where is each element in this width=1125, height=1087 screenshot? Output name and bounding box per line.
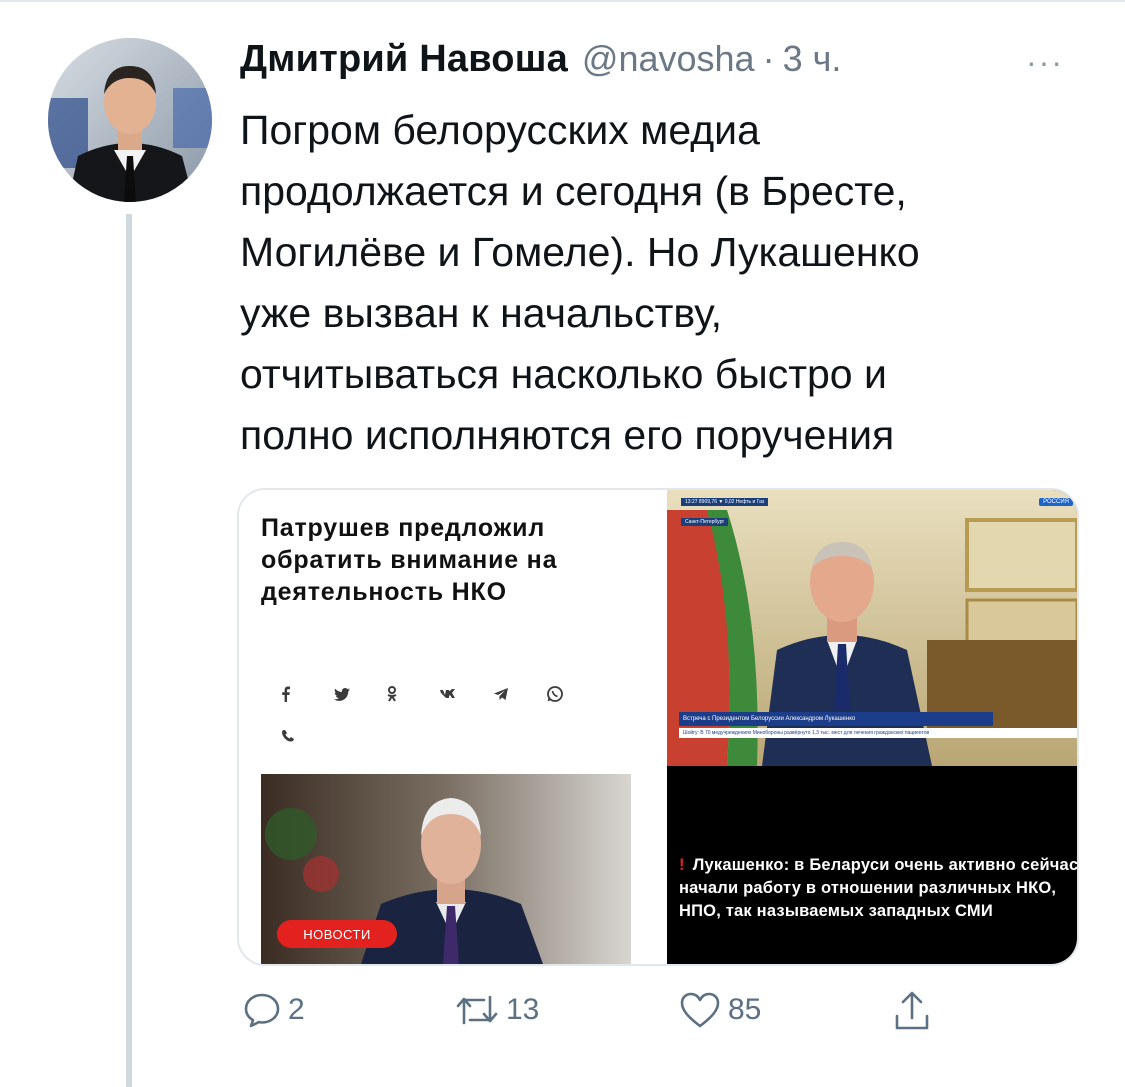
- avatar[interactable]: [48, 38, 212, 202]
- tweet-text: Погром белорусских медиа продолжается и …: [240, 107, 920, 458]
- retweet-button[interactable]: 13: [454, 990, 539, 1030]
- vk-icon: [440, 684, 493, 704]
- separator-dot: ·: [762, 38, 775, 79]
- telegram-icon: [493, 684, 546, 704]
- patrushev-photo: НОВОСТИ: [261, 774, 631, 964]
- top-divider: [0, 0, 1125, 2]
- retweet-count: 13: [506, 993, 540, 1026]
- like-button[interactable]: 85: [678, 990, 761, 1030]
- facebook-icon: [281, 684, 334, 704]
- news-badge: НОВОСТИ: [277, 920, 397, 948]
- article-headline: Патрушев предложил обратить внимание на …: [261, 514, 558, 606]
- quote-text: ! Лукашенко: в Беларуси очень активно сей…: [679, 854, 1079, 923]
- avatar-photo: [48, 38, 212, 202]
- tv-news-crawl: Шойгу: В 70 медучреждениях Минобороны ра…: [679, 728, 1077, 738]
- viber-icon: [281, 726, 334, 746]
- share-icons-row-2: [281, 726, 334, 746]
- share-icon: [895, 991, 929, 1030]
- tv-city-label: Санкт-Петербург: [681, 518, 729, 526]
- twitter-icon: [334, 684, 387, 704]
- share-icons-row: [281, 684, 599, 704]
- tweet-timestamp[interactable]: 3 ч.: [783, 38, 842, 80]
- author-name[interactable]: Дмитрий Навоша: [240, 38, 568, 81]
- tv-ticker: 13:27 8909,76 ▼ 0,02 Нефть и Газ: [681, 498, 769, 506]
- whatsapp-icon: [546, 684, 599, 704]
- odnoklassniki-icon: [387, 684, 440, 704]
- tv-channel-logo: РОССИЯ: [1039, 498, 1073, 506]
- author-handle[interactable]: @navosha: [582, 38, 755, 80]
- thread-connector-line: [126, 214, 132, 1087]
- like-count: 85: [728, 993, 762, 1026]
- reply-icon: [244, 993, 280, 1028]
- media-image-left[interactable]: Патрушев предложил обратить внимание на …: [239, 490, 663, 964]
- tweet-actions: 2 13 85: [240, 990, 960, 1040]
- retweet-icon: [456, 995, 498, 1025]
- media-attachment[interactable]: Патрушев предложил обратить внимание на …: [237, 488, 1079, 966]
- media-image-right[interactable]: 13:27 8909,76 ▼ 0,02 Нефть и Газ Санкт-П…: [667, 490, 1077, 964]
- heart-icon: [680, 992, 720, 1028]
- reply-count: 2: [288, 993, 305, 1026]
- alert-mark: !: [679, 856, 685, 874]
- tv-caption: Встреча с Президентом Белоруссии Алексан…: [679, 712, 993, 726]
- tweet-header: Дмитрий Навоша @navosha · 3 ч.: [240, 38, 841, 88]
- quote-body: Лукашенко: в Беларуси очень активно сейч…: [679, 856, 1079, 920]
- tv-screenshot: 13:27 8909,76 ▼ 0,02 Нефть и Газ Санкт-П…: [667, 490, 1077, 766]
- more-options-icon[interactable]: ···: [1026, 44, 1064, 81]
- share-button[interactable]: [892, 990, 932, 1034]
- reply-button[interactable]: 2: [242, 990, 305, 1030]
